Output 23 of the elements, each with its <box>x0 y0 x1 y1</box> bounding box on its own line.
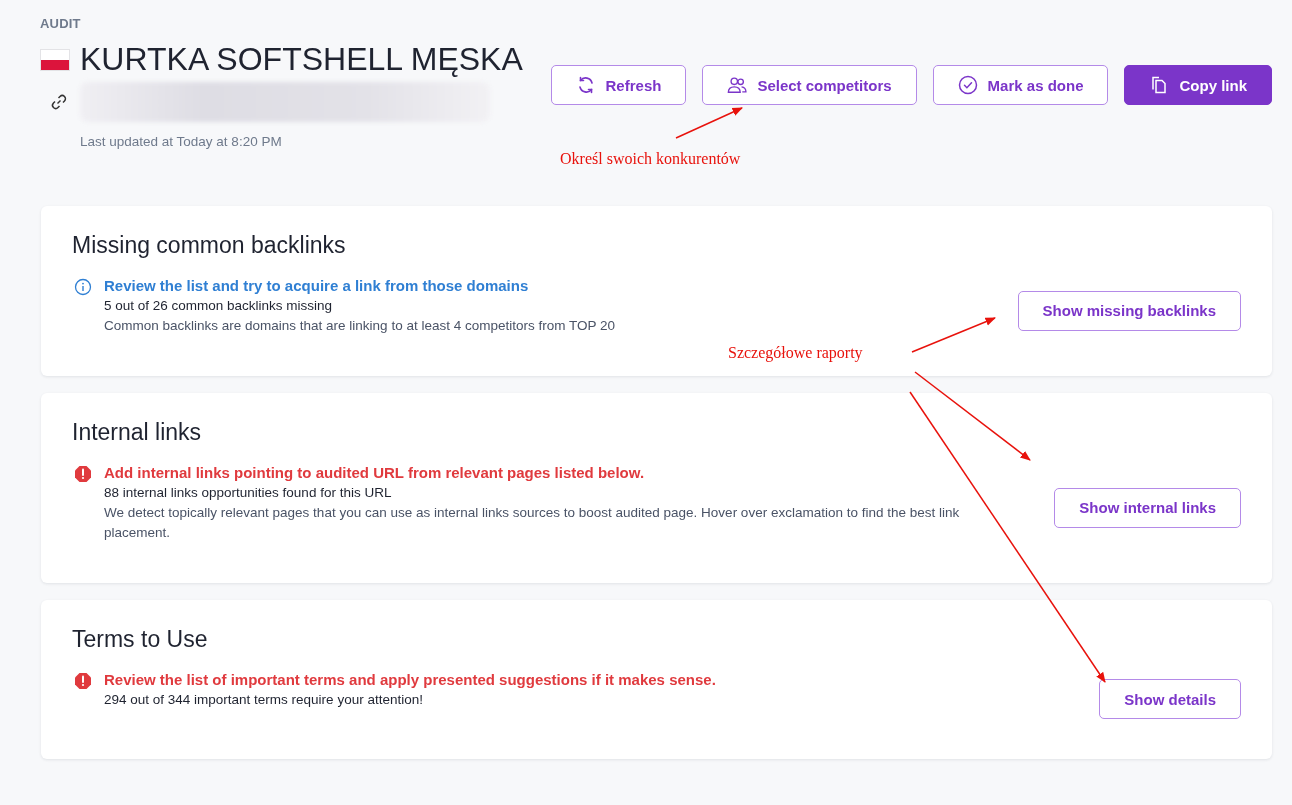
card-title: Internal links <box>72 419 203 446</box>
card-title: Missing common backlinks <box>72 232 347 259</box>
annotation-text: Szczegółowe raporty <box>728 344 863 362</box>
page-title: KURTKA SOFTSHELL MĘSKA <box>80 41 523 78</box>
card-message: Review the list and try to acquire a link from those domains <box>104 277 530 294</box>
card-summary: 294 out of 344 important terms require your attention! <box>104 692 424 707</box>
card-summary: 88 internal links opportunities found for this URL <box>104 485 393 500</box>
card-summary: 5 out of 26 common backlinks missing <box>104 298 334 313</box>
annotation-text: Określ swoich konkurentów <box>560 150 741 168</box>
card-message: Review the list of important terms and apply presented suggestions if it makes sense. <box>104 671 716 688</box>
action-button[interactable]: Refresh <box>550 65 687 105</box>
details-button[interactable]: Show internal links <box>1054 487 1241 528</box>
details-button[interactable]: Show missing backlinks <box>1017 290 1241 331</box>
action-button[interactable]: Mark as done <box>932 65 1109 105</box>
last-updated: Last updated at Today at 8:20 PM <box>80 134 283 149</box>
action-button[interactable]: Select competitors <box>702 65 917 105</box>
action-button[interactable]: Copy link <box>1124 65 1272 105</box>
details-button[interactable]: Show details <box>1099 679 1241 719</box>
section-label: AUDIT <box>40 16 82 31</box>
card-description: Common backlinks are domains that are linking to at least 4 competitors from TOP 20 <box>104 317 615 335</box>
card-message: Add internal links pointing to audited URL from relevant pages listed below. <box>104 464 646 481</box>
card-title: Terms to Use <box>72 626 209 653</box>
card-description: We detect topically relevant pages that you can use as internal links sources to boost audited page. Hover over exclamation to find the best link placement. <box>104 504 961 542</box>
